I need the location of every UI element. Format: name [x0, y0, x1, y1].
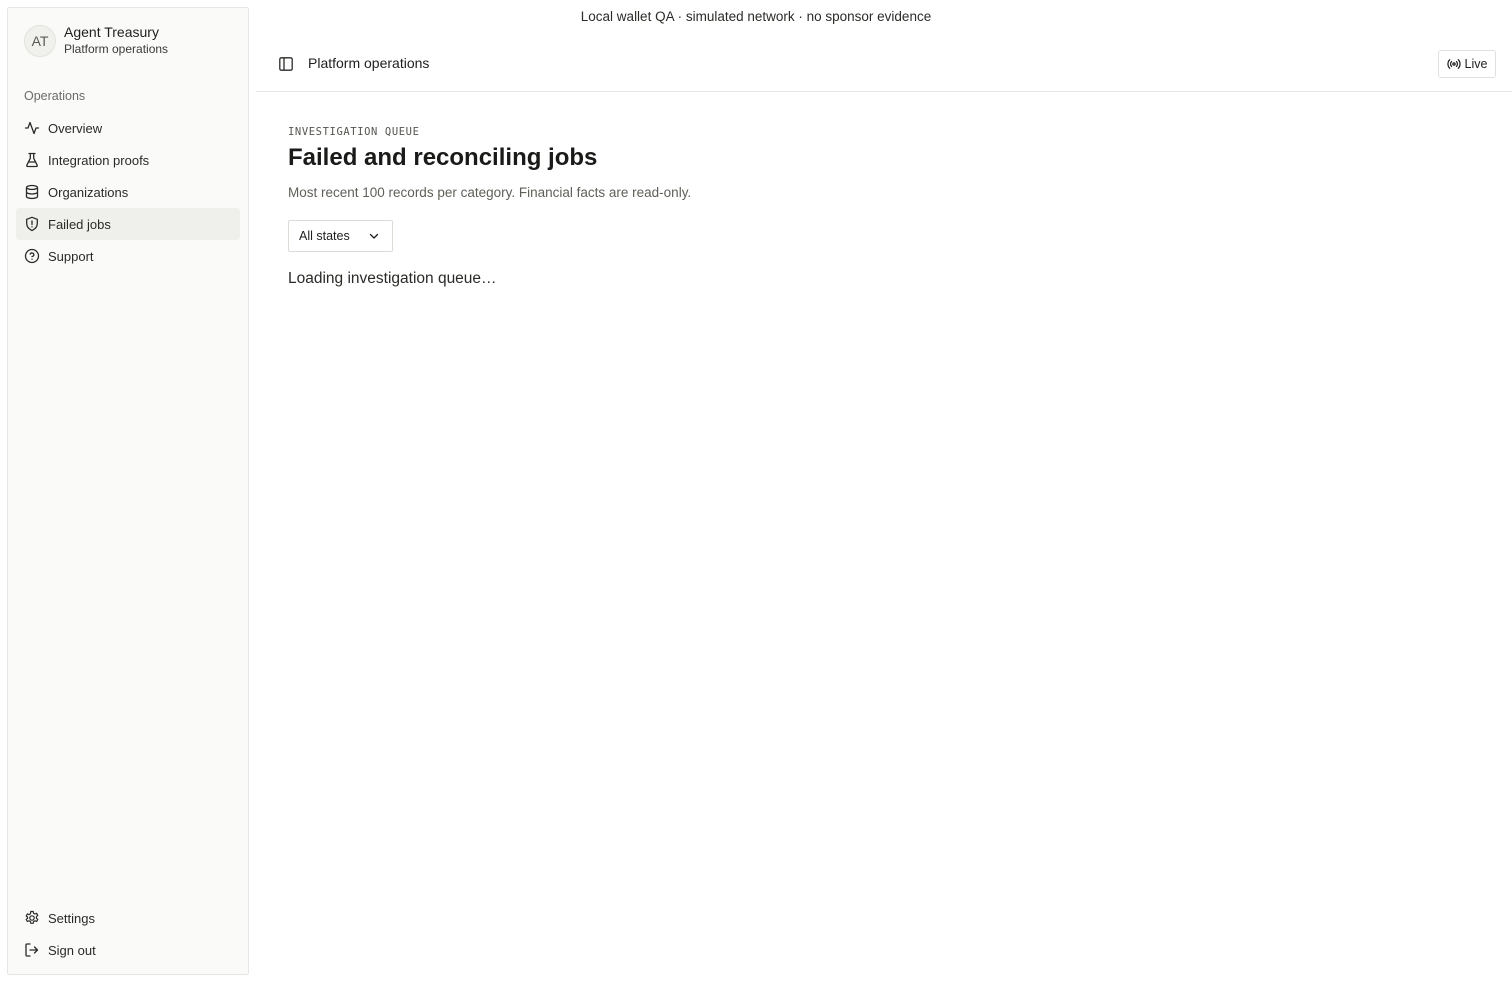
brand: AT Agent Treasury Platform operations: [24, 24, 168, 58]
sidebar-item-organizations[interactable]: Organizations: [16, 176, 240, 208]
shield-alert-icon: [24, 216, 40, 232]
sidebar-item-support[interactable]: Support: [16, 240, 240, 272]
section-eyebrow: INVESTIGATION QUEUE: [288, 126, 420, 138]
header-title: Platform operations: [308, 55, 430, 71]
state-filter-value: All states: [299, 229, 350, 243]
chevron-down-icon: [369, 233, 379, 239]
live-label: Live: [1464, 57, 1488, 71]
sidebar-item-sign-out[interactable]: Sign out: [16, 934, 240, 966]
sidebar-item-label: Overview: [48, 120, 103, 136]
sidebar-item-label: Support: [48, 248, 94, 264]
broadcast-icon: [1446, 59, 1461, 69]
live-button[interactable]: Live: [1438, 50, 1496, 78]
sidebar-item-settings[interactable]: Settings: [16, 902, 240, 934]
sidebar-item-overview[interactable]: Overview: [16, 112, 240, 144]
sidebar-toggle-icon[interactable]: [278, 56, 294, 72]
nav-group-label: Operations: [24, 89, 86, 103]
database-icon: [24, 184, 40, 200]
loading-message: Loading investigation queue…: [288, 270, 497, 287]
sidebar-item-failed-jobs[interactable]: Failed jobs: [16, 208, 240, 240]
sidebar-item-label: Failed jobs: [48, 216, 111, 232]
brand-subtitle: Platform operations: [64, 42, 169, 56]
sidebar-bottom-nav: Settings Sign out: [16, 902, 240, 966]
sidebar-item-label: Sign out: [48, 942, 96, 958]
brand-name: Agent Treasury: [64, 24, 159, 40]
page-header: Platform operations Live: [256, 40, 1512, 92]
sidebar-item-label: Settings: [48, 910, 95, 926]
sidebar-item-label: Integration proofs: [48, 152, 150, 168]
page-title: Failed and reconciling jobs: [288, 144, 598, 171]
help-circle-icon: [24, 248, 40, 264]
state-filter-select[interactable]: All states: [288, 220, 393, 252]
sidebar: AT Agent Treasury Platform operations Op…: [7, 7, 249, 975]
sidebar-nav: Overview Integration proofs Organization…: [16, 112, 240, 272]
gear-icon: [24, 910, 40, 926]
sidebar-item-label: Organizations: [48, 184, 129, 200]
avatar: AT: [24, 25, 56, 57]
page-description: Most recent 100 records per category. Fi…: [288, 185, 692, 200]
activity-icon: [24, 120, 40, 136]
flask-icon: [24, 152, 40, 168]
sign-out-icon: [24, 942, 40, 958]
sidebar-item-integration-proofs[interactable]: Integration proofs: [16, 144, 240, 176]
